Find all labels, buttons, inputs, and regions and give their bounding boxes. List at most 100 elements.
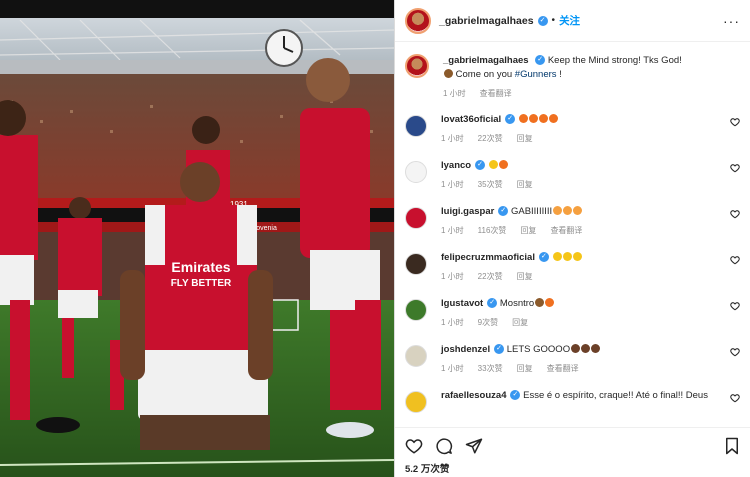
comment-likes[interactable]: 9次赞 <box>478 317 498 328</box>
comment-like-heart-icon[interactable] <box>730 117 740 127</box>
comment-avatar[interactable] <box>405 345 427 367</box>
header-username[interactable]: _gabrielmagalhaes <box>439 15 534 27</box>
likes-count[interactable]: 5.2 万次赞 <box>405 461 740 475</box>
verified-badge-icon: ✓ <box>498 206 509 217</box>
comment-like-heart-icon[interactable] <box>730 163 740 173</box>
comment-username[interactable]: lyanco <box>441 160 471 171</box>
more-options-icon[interactable]: ··· <box>723 13 740 29</box>
verified-badge-icon: ✓ <box>494 344 505 355</box>
caption-text-1: Keep the Mind strong! Tks God! <box>547 55 682 66</box>
comment-like-heart-icon[interactable] <box>730 347 740 357</box>
comment-username[interactable]: rafaellesouza4 <box>441 390 506 401</box>
caption-time: 1 小时 <box>443 89 466 98</box>
bookmark-icon[interactable] <box>724 437 740 455</box>
avatar[interactable] <box>405 7 431 34</box>
fist-emoji-icon <box>581 344 591 353</box>
comment-username[interactable]: luigi.gaspar <box>441 206 494 217</box>
reply-button[interactable]: 回复 <box>517 133 533 144</box>
comment-avatar[interactable] <box>405 299 427 321</box>
verified-badge-icon: ✓ <box>475 160 486 171</box>
clap-emoji-icon <box>488 160 498 169</box>
comment-text: Mosntro <box>499 298 535 309</box>
shirt-sponsor-text: Emirates <box>171 259 230 275</box>
verified-badge-icon: ✓ <box>538 252 549 263</box>
comment-likes[interactable]: 33次赞 <box>478 363 503 374</box>
comment-likes[interactable]: 35次赞 <box>478 179 503 190</box>
comment-time: 1 小时 <box>441 134 464 143</box>
hashtag-link[interactable]: #Gunners <box>515 69 557 80</box>
comment-likes[interactable]: 116次赞 <box>478 225 507 236</box>
comment-time: 1 小时 <box>441 318 464 327</box>
post-photo: 1931 Slovenia Emirates FLY BETTER <box>0 0 394 477</box>
caption-avatar[interactable] <box>405 54 429 78</box>
comment-like-heart-icon[interactable] <box>730 393 740 403</box>
comment-item: luigi.gaspar ✓ GABIIIIIIII 1 小时 116次赞 回复 查看翻译 <box>405 205 740 236</box>
comment-item: joshdenzel ✓ LETS GOOOO 1 小时 33次赞 回复 查看翻译 <box>405 343 740 374</box>
muscle-emoji-icon <box>535 298 545 307</box>
flexed-biceps-icon <box>444 69 453 78</box>
post-caption: _gabrielmagalhaes ✓ Keep the Mind strong… <box>405 54 740 99</box>
fire-emoji-icon <box>548 114 558 123</box>
reply-button[interactable]: 回复 <box>512 317 528 328</box>
reply-button[interactable]: 回复 <box>517 179 533 190</box>
verified-badge-icon: ✓ <box>487 298 498 309</box>
comment-time: 1 小时 <box>441 180 464 189</box>
translate-link[interactable]: 查看翻译 <box>547 363 579 374</box>
comment-text: GABIIIIIIII <box>510 206 553 217</box>
caption-username[interactable]: _gabrielmagalhaes <box>443 55 529 66</box>
comment-likes[interactable]: 22次赞 <box>478 271 503 282</box>
comment-time: 1 小时 <box>441 364 464 373</box>
comment-like-heart-icon[interactable] <box>730 209 740 219</box>
verified-badge-icon: ✓ <box>537 15 548 26</box>
comment-avatar[interactable] <box>405 115 427 137</box>
stars-emoji-icon <box>573 206 583 215</box>
fire-emoji-icon <box>518 114 528 123</box>
comment-likes[interactable]: 22次赞 <box>478 133 503 144</box>
stars-emoji-icon <box>563 206 573 215</box>
comment-bubble-icon[interactable] <box>435 437 453 455</box>
comment-item: rafaellesouza4 ✓ Esse é o espírito, craqu… <box>405 389 740 413</box>
caption-text-2: Come on you <box>455 69 513 80</box>
fist-emoji-icon <box>591 344 601 353</box>
share-send-icon[interactable] <box>465 437 483 455</box>
comment-username[interactable]: lovat36oficial <box>441 114 501 125</box>
fire-emoji-icon <box>538 114 548 123</box>
comment-time: 1 小时 <box>441 272 464 281</box>
comment-username[interactable]: felipecruzmmaoficial <box>441 252 535 263</box>
reply-button[interactable]: 回复 <box>517 271 533 282</box>
fire-emoji-icon <box>545 298 555 307</box>
reply-button[interactable]: 回复 <box>520 225 536 236</box>
separator-dot: • <box>551 15 556 26</box>
post-header: _gabrielmagalhaes ✓ • 关注 ··· <box>395 0 750 42</box>
stars-emoji-icon <box>553 206 563 215</box>
comment-text: Esse é o espírito, craque!! Até o final!… <box>523 390 708 401</box>
fist-emoji-icon <box>571 344 581 353</box>
comment-item: lovat36oficial ✓ 1 小时 22次赞 回复 <box>405 113 740 144</box>
comment-avatar[interactable] <box>405 391 427 413</box>
comment-avatar[interactable] <box>405 253 427 275</box>
shirt-sponsor-subtext: FLY BETTER <box>171 278 232 289</box>
comment-like-heart-icon[interactable] <box>730 255 740 265</box>
clap-emoji-icon <box>572 252 582 261</box>
caption-translate-link[interactable]: 查看翻译 <box>480 88 512 99</box>
fire-emoji-icon <box>528 114 538 123</box>
comment-username[interactable]: joshdenzel <box>441 344 490 355</box>
caption-text-3: ! <box>559 69 562 80</box>
comment-like-heart-icon[interactable] <box>730 301 740 311</box>
clap-emoji-icon <box>552 252 562 261</box>
reply-button[interactable]: 回复 <box>517 363 533 374</box>
verified-badge-icon: ✓ <box>510 390 521 401</box>
comment-username[interactable]: lgustavot <box>441 298 483 309</box>
football-celebration-image: 1931 Slovenia Emirates FLY BETTER <box>0 0 394 477</box>
comments-list[interactable]: _gabrielmagalhaes ✓ Keep the Mind strong… <box>395 42 750 427</box>
verified-badge-icon: ✓ <box>505 114 516 125</box>
comment-avatar[interactable] <box>405 207 427 229</box>
comment-item: felipecruzmmaoficial ✓ 1 小时 22次赞 回复 <box>405 251 740 282</box>
comment-item: lyanco ✓ 1 小时 35次赞 回复 <box>405 159 740 190</box>
comment-avatar[interactable] <box>405 161 427 183</box>
post-detail-panel: _gabrielmagalhaes ✓ • 关注 ··· _gabrielmag… <box>394 0 750 477</box>
follow-button[interactable]: 关注 <box>559 13 580 28</box>
like-heart-icon[interactable] <box>405 437 423 455</box>
clap-emoji-icon <box>562 252 572 261</box>
translate-link[interactable]: 查看翻译 <box>550 225 582 236</box>
